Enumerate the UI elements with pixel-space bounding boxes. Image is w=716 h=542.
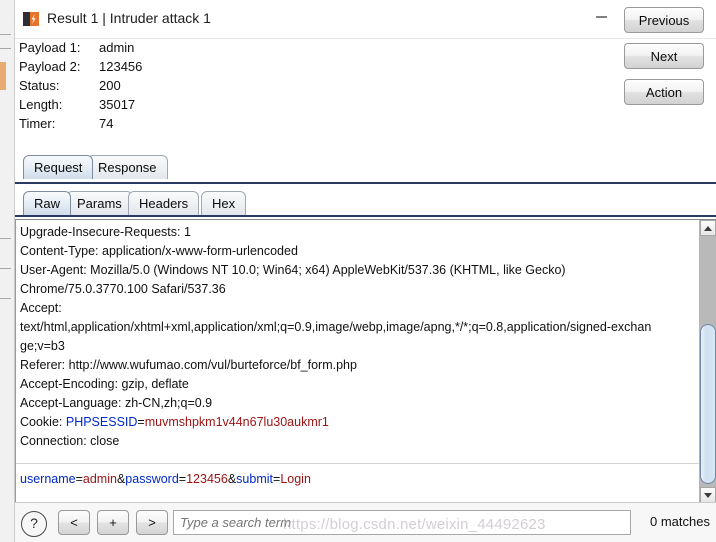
param-name: submit — [236, 472, 273, 486]
cookie-line: Cookie: PHPSESSID=muvmshpkm1v44n67lu30au… — [20, 413, 699, 432]
scrollbar-track[interactable] — [700, 236, 716, 487]
match-count-label: 0 matches — [650, 514, 710, 529]
help-icon[interactable]: ? — [21, 511, 47, 537]
summary-value: 35017 — [99, 97, 136, 112]
tab-request[interactable]: Request — [23, 155, 94, 179]
cookie-name: PHPSESSID — [65, 415, 138, 429]
param-name: username — [20, 472, 76, 486]
next-button[interactable]: Next — [624, 43, 704, 69]
param-equals: = — [75, 472, 83, 486]
tab-headers[interactable]: Headers — [128, 191, 200, 215]
param-value: admin — [82, 472, 117, 486]
header-line: Accept: — [20, 301, 62, 315]
view-tab-separator-rule — [15, 215, 716, 217]
scroll-up-button[interactable] — [700, 220, 716, 236]
add-search-button[interactable]: + — [97, 510, 129, 535]
message-editor-panel: Upgrade-Insecure-Requests: 1 Content-Typ… — [15, 219, 716, 503]
tab-separator-rule — [15, 182, 716, 184]
previous-button[interactable]: Previous — [624, 7, 704, 33]
param-separator: & — [227, 472, 237, 486]
summary-label: Status: — [19, 78, 60, 93]
header-line: Accept-Encoding: gzip, deflate — [20, 377, 189, 391]
header-line: text/html,application/xhtml+xml,applicat… — [20, 320, 652, 334]
window-title: Result 1 | Intruder attack 1 — [47, 10, 211, 26]
message-direction-tabs: Request Response — [15, 152, 716, 184]
scrollbar-thumb[interactable] — [700, 324, 716, 484]
header-line: User-Agent: Mozilla/5.0 (Windows NT 10.0… — [20, 263, 566, 277]
tab-params[interactable]: Params — [66, 191, 133, 215]
background-window-highlight — [0, 62, 6, 90]
cookie-value: muvmshpkm1v44n67lu30aukmr1 — [144, 415, 329, 429]
editor-vertical-scrollbar[interactable] — [699, 220, 716, 503]
header-line: Upgrade-Insecure-Requests: 1 — [20, 225, 191, 239]
cookie-equals: = — [137, 415, 145, 429]
cookie-prefix: Cookie: — [20, 415, 66, 429]
param-value: Login — [280, 472, 311, 486]
summary-label: Timer: — [19, 116, 56, 131]
connection-line: Connection: close — [20, 434, 120, 448]
header-line: Accept-Language: zh-CN,zh;q=0.9 — [20, 396, 213, 410]
param-value: 123456 — [186, 472, 228, 486]
summary-label: Length: — [19, 97, 63, 112]
summary-value: 200 — [99, 78, 121, 93]
body-separator — [16, 463, 699, 464]
tab-raw[interactable]: Raw — [23, 191, 72, 215]
raw-request-text[interactable]: Upgrade-Insecure-Requests: 1 Content-Typ… — [15, 220, 699, 503]
summary-value: admin — [99, 40, 135, 55]
message-view-tabs: Raw Params Headers Hex — [15, 188, 716, 218]
search-toolbar: ? < + > 0 matches https://blog.csdn.net/… — [15, 502, 716, 542]
header-line: Content-Type: application/x-www-form-url… — [20, 244, 298, 258]
tab-response[interactable]: Response — [87, 155, 168, 179]
next-match-button[interactable]: > — [136, 510, 168, 535]
request-body-line: username=admin&password=123456&submit=Lo… — [20, 470, 699, 489]
intruder-result-window: Result 1 | Intruder attack 1 Payload 1: … — [14, 0, 716, 542]
attack-result-summary: Payload 1: admin Payload 2: 123456 Statu… — [15, 38, 716, 148]
param-name: password — [125, 472, 179, 486]
tab-hex[interactable]: Hex — [201, 191, 247, 215]
param-equals: = — [178, 472, 187, 486]
summary-value: 74 — [99, 116, 114, 131]
previous-match-button[interactable]: < — [58, 510, 90, 535]
header-line: Referer: http://www.wufumao.com/vul/burt… — [20, 358, 357, 372]
summary-value: 123456 — [99, 59, 143, 74]
summary-label: Payload 1: — [19, 40, 81, 55]
burp-logo-icon — [23, 11, 39, 27]
search-input[interactable] — [173, 510, 631, 535]
chevron-up-icon — [704, 225, 712, 231]
header-line: Chrome/75.0.3770.100 Safari/537.36 — [20, 282, 226, 296]
title-bar: Result 1 | Intruder attack 1 — [15, 0, 716, 39]
minimize-icon — [595, 10, 607, 21]
header-line: ge;v=b3 — [20, 339, 65, 353]
chevron-down-icon — [704, 492, 712, 498]
action-button[interactable]: Action — [624, 79, 704, 105]
minimize-button[interactable] — [578, 0, 624, 31]
summary-label: Payload 2: — [19, 59, 81, 74]
scroll-down-button[interactable] — [700, 487, 716, 503]
